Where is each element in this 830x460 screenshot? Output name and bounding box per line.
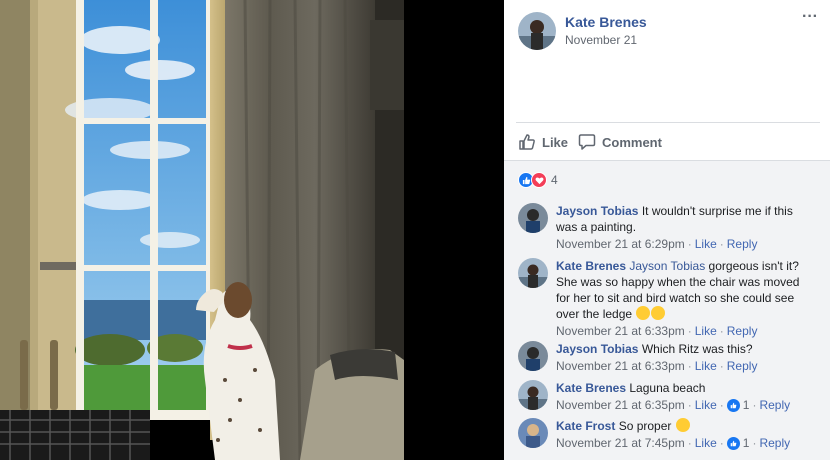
comment-like-link[interactable]: Like — [695, 236, 717, 252]
comment-author[interactable]: Kate Brenes — [556, 381, 626, 395]
post-sidebar: Kate Brenes November 21 ··· Like Comment… — [504, 0, 830, 460]
comment-timestamp[interactable]: November 21 at 6:35pm — [556, 397, 685, 413]
comment-author[interactable]: Kate Brenes — [556, 259, 626, 273]
comment-timestamp[interactable]: November 21 at 6:33pm — [556, 358, 685, 374]
like-button[interactable]: Like — [518, 132, 568, 152]
comment-like-reaction-icon — [726, 398, 740, 412]
comment-like-link[interactable]: Like — [695, 358, 717, 374]
comment-reply-link[interactable]: Reply — [727, 236, 758, 252]
post-header: Kate Brenes November 21 ··· — [504, 0, 830, 120]
comment-timestamp[interactable]: November 21 at 6:29pm — [556, 236, 685, 252]
reaction-count: 4 — [551, 173, 558, 187]
love-reaction-icon — [531, 172, 547, 188]
comment-like-link[interactable]: Like — [695, 435, 717, 451]
post-date[interactable]: November 21 — [565, 33, 637, 47]
laughing-emoji-icon — [636, 306, 651, 320]
comment-reaction-count[interactable]: 1 — [743, 397, 750, 413]
commenter-avatar[interactable] — [518, 203, 548, 233]
post-photo[interactable] — [0, 0, 404, 460]
post-action-bar: Like Comment — [516, 122, 820, 160]
comments-section: 4 Jayson Tobias It wouldn't surprise me … — [504, 160, 830, 460]
author-name[interactable]: Kate Brenes — [565, 14, 647, 30]
comment-reaction-count[interactable]: 1 — [743, 435, 750, 451]
commenter-avatar[interactable] — [518, 418, 548, 448]
comment-author[interactable]: Jayson Tobias — [556, 204, 638, 218]
photo-viewer — [0, 0, 504, 460]
comment-reply-link[interactable]: Reply — [727, 323, 758, 339]
thumbs-up-icon — [519, 134, 535, 150]
comment-timestamp[interactable]: November 21 at 7:45pm — [556, 435, 685, 451]
more-options-button[interactable]: ··· — [800, 9, 820, 30]
reactions-summary[interactable]: 4 — [518, 171, 558, 189]
commenter-avatar[interactable] — [518, 341, 548, 371]
comment-text: So proper — [618, 419, 672, 433]
comment-reply-link[interactable]: Reply — [759, 435, 790, 451]
heart-eyes-emoji-icon — [675, 418, 690, 432]
comment-mention[interactable]: Jayson Tobias — [629, 259, 705, 273]
comment-timestamp[interactable]: November 21 at 6:33pm — [556, 323, 685, 339]
comment-text: Which Ritz was this? — [641, 342, 753, 356]
like-label: Like — [542, 134, 569, 150]
comment-label: Comment — [602, 134, 662, 150]
comment-author[interactable]: Jayson Tobias — [556, 342, 638, 356]
comment-like-reaction-icon — [726, 436, 740, 450]
comment-author[interactable]: Kate Frost — [556, 419, 615, 433]
commenter-avatar[interactable] — [518, 380, 548, 410]
commenter-avatar[interactable] — [518, 258, 548, 288]
author-avatar[interactable] — [518, 12, 556, 50]
comment-like-link[interactable]: Like — [695, 397, 717, 413]
comment-button[interactable]: Comment — [578, 132, 662, 152]
comment-reply-link[interactable]: Reply — [759, 397, 790, 413]
speech-bubble-icon — [578, 134, 596, 150]
laughing-emoji-icon — [651, 306, 666, 320]
comment-reply-link[interactable]: Reply — [727, 358, 758, 374]
comment-like-link[interactable]: Like — [695, 323, 717, 339]
comment-text: Laguna beach — [629, 381, 706, 395]
